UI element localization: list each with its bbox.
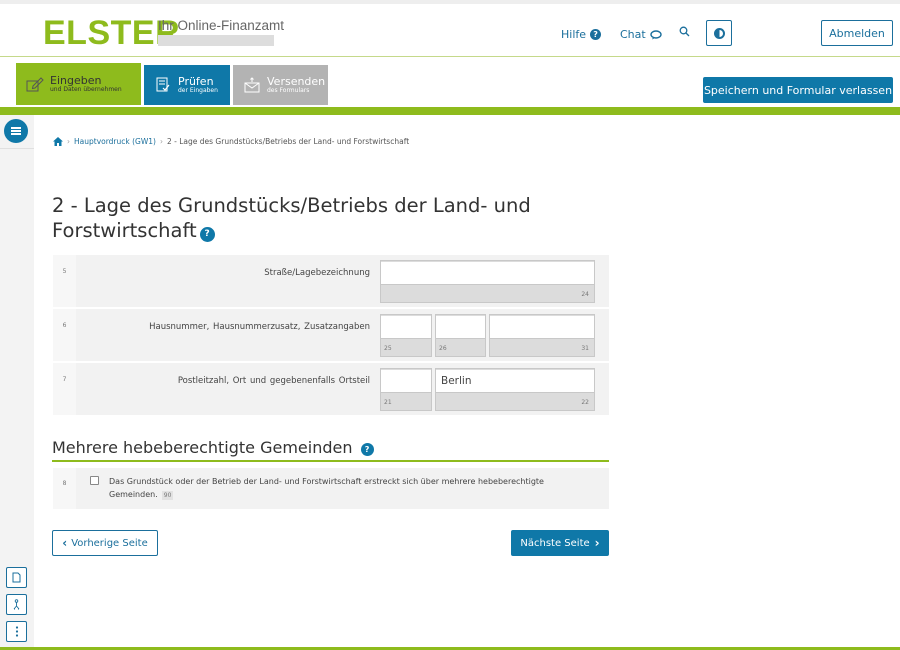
- house-number-suffix-input[interactable]: [436, 316, 485, 339]
- chevron-right-icon: ›: [159, 137, 163, 146]
- step-tab-versenden: Versenden des Formulars: [233, 65, 328, 105]
- section-divider: [52, 460, 609, 462]
- left-rail: [0, 115, 34, 647]
- postal-code-input[interactable]: [381, 370, 431, 393]
- step-subtitle: und Daten übernehmen: [50, 85, 122, 93]
- hamburger-icon: [11, 127, 21, 135]
- checklist-icon: [156, 77, 170, 92]
- previous-page-label: Vorherige Seite: [71, 537, 148, 549]
- next-page-label: Nächste Seite: [520, 537, 590, 549]
- green-divider: [0, 107, 900, 115]
- form-row-7: 7 Postleitzahl, Ort und gegebenenfalls O…: [53, 363, 609, 415]
- house-number-suffix-field: 26: [435, 314, 486, 357]
- postal-code-field: 21: [380, 368, 432, 411]
- field-code: 21: [384, 399, 392, 406]
- help-label: Hilfe: [561, 28, 587, 41]
- additional-info-input[interactable]: [490, 316, 594, 339]
- multiple-municipalities-checkbox[interactable]: [90, 476, 99, 485]
- edit-icon: [26, 77, 44, 92]
- accessibility-button[interactable]: [6, 594, 27, 615]
- house-number-input[interactable]: [381, 316, 431, 339]
- rail-divider: [0, 148, 34, 149]
- tagline-placeholder-bar: [158, 35, 274, 46]
- header: ELSTER Ihr Online-Finanzamt Hilfe ? Chat…: [0, 4, 900, 57]
- home-icon[interactable]: [53, 137, 63, 146]
- person-icon: [13, 599, 20, 610]
- checkbox-label-text: Das Grundstück oder der Betrieb der Land…: [109, 477, 544, 499]
- chat-label: Chat: [620, 28, 646, 41]
- chat-bubble-icon: [650, 29, 662, 39]
- chevron-right-icon: ›: [594, 536, 600, 550]
- form-row-6: 6 Hausnummer, Hausnummerzusatz, Zusatzan…: [53, 309, 609, 361]
- page-title-text: 2 - Lage des Grundstücks/Betriebs der La…: [52, 194, 531, 242]
- field-label: Straße/Lagebezeichnung: [264, 268, 370, 278]
- field-code: 24: [581, 291, 589, 298]
- chat-link[interactable]: Chat: [620, 28, 662, 41]
- document-icon: [12, 572, 21, 583]
- chevron-right-icon: ›: [67, 137, 70, 146]
- form-row-8: 8 Das Grundstück oder der Betrieb der La…: [53, 468, 609, 509]
- question-circle-icon[interactable]: ?: [199, 227, 215, 242]
- line-number: 5: [53, 255, 76, 307]
- question-circle-icon: ?: [590, 29, 602, 40]
- step-subtitle: der Eingaben: [178, 86, 218, 94]
- house-number-field: 25: [380, 314, 432, 357]
- section-title: Mehrere hebeberechtigte Gemeinden ?: [52, 438, 374, 457]
- additional-info-field: 31: [489, 314, 595, 357]
- breadcrumb-current: 2 - Lage des Grundstücks/Betriebs der La…: [166, 137, 410, 146]
- city-input[interactable]: [436, 370, 594, 393]
- breadcrumb-parent-link[interactable]: Hauptvordruck (GW1): [74, 137, 156, 146]
- form-row-5: 5 Straße/Lagebezeichnung 24: [53, 255, 609, 307]
- logout-button[interactable]: Abmelden: [821, 20, 893, 46]
- checkbox-label[interactable]: Das Grundstück oder der Betrieb der Land…: [109, 475, 589, 501]
- chevron-left-icon: ‹: [62, 536, 68, 550]
- more-vertical-icon: [15, 626, 18, 637]
- send-mail-icon: [244, 77, 260, 93]
- search-icon: [679, 26, 690, 37]
- section-title-text: Mehrere hebeberechtigte Gemeinden: [52, 438, 353, 457]
- field-label: Hausnummer, Hausnummerzusatz, Zusatzanga…: [149, 322, 370, 332]
- tagline: Ihr Online-Finanzamt: [158, 18, 285, 33]
- city-field: 22: [435, 368, 595, 411]
- field-code: 22: [581, 399, 589, 406]
- line-number: 8: [53, 468, 76, 509]
- step-tab-pruefen[interactable]: Prüfen der Eingaben: [144, 65, 230, 105]
- street-field: 24: [380, 260, 595, 303]
- line-number: 7: [53, 363, 76, 415]
- step-subtitle: des Formulars: [267, 86, 310, 94]
- step-title: Eingeben: [50, 73, 102, 87]
- next-page-button[interactable]: Nächste Seite ›: [511, 530, 609, 556]
- menu-button[interactable]: [4, 119, 28, 143]
- line-number: 6: [53, 309, 76, 361]
- previous-page-button[interactable]: ‹ Vorherige Seite: [52, 530, 158, 556]
- step-tab-eingeben[interactable]: Eingeben und Daten übernehmen: [16, 63, 141, 105]
- field-code: 31: [581, 345, 589, 352]
- search-button[interactable]: [679, 26, 690, 37]
- street-input[interactable]: [381, 262, 594, 285]
- contrast-icon: [713, 27, 725, 39]
- question-circle-icon[interactable]: ?: [360, 443, 374, 456]
- save-and-leave-button[interactable]: Speichern und Formular verlassen: [703, 77, 893, 103]
- document-button[interactable]: [6, 567, 27, 588]
- more-options-button[interactable]: [6, 621, 27, 642]
- breadcrumb: › Hauptvordruck (GW1) › 2 - Lage des Gru…: [53, 137, 409, 146]
- field-label: Postleitzahl, Ort und gegebenenfalls Ort…: [177, 376, 370, 386]
- field-code: 26: [439, 345, 447, 352]
- step-tabs: Eingeben und Daten übernehmen Prüfen der…: [0, 58, 900, 110]
- page-title: 2 - Lage des Grundstücks/Betriebs der La…: [52, 193, 572, 243]
- step-title: Versenden: [267, 74, 326, 88]
- step-title: Prüfen: [178, 74, 214, 88]
- contrast-toggle-button[interactable]: [706, 20, 732, 46]
- field-code: 90: [161, 491, 174, 500]
- field-code: 25: [384, 345, 392, 352]
- help-link[interactable]: Hilfe ?: [561, 28, 602, 41]
